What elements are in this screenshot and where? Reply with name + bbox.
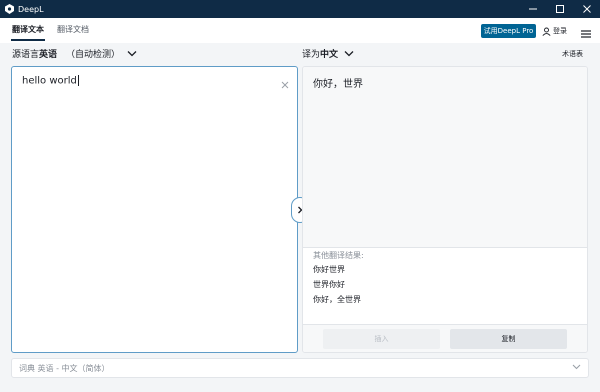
active-tab-indicator xyxy=(11,39,45,41)
action-bar: 插入 复制 xyxy=(303,324,587,352)
title-bar: DeepL xyxy=(0,0,600,18)
translation-text: 你好，世界 xyxy=(313,79,363,90)
tab-translate-documents[interactable]: 翻译文档 xyxy=(57,24,89,35)
alternative-item[interactable]: 你好世界 xyxy=(313,264,345,275)
dictionary-label: 词典 英语 - 中文（简体） xyxy=(19,364,110,373)
app-title: DeepL xyxy=(18,4,44,14)
alternative-item[interactable]: 你好，全世界 xyxy=(313,294,361,305)
source-language-selector[interactable]: 源语言 英语 （自动检测） xyxy=(12,47,137,60)
hamburger-menu-icon[interactable] xyxy=(580,25,592,38)
alternative-translations: 其他翻译结果: 你好世界 世界你好 你好，全世界 xyxy=(303,247,587,324)
try-pro-button[interactable]: 试用DeepL Pro xyxy=(481,24,536,38)
login-button[interactable]: 登录 xyxy=(542,24,567,38)
target-text-panel: 你好，世界 其他翻译结果: 你好世界 世界你好 你好，全世界 插入 复制 xyxy=(302,66,588,353)
alternatives-title: 其他翻译结果: xyxy=(313,251,364,260)
tabs-row: 翻译文本 翻译文档 试用DeepL Pro 登录 xyxy=(0,18,600,43)
chevron-down-icon xyxy=(127,51,137,57)
text-caret xyxy=(77,75,79,86)
target-language-label: 译为 xyxy=(302,50,321,60)
chevron-down-icon xyxy=(572,364,581,370)
deepl-logo-icon xyxy=(5,4,14,14)
minimize-icon[interactable] xyxy=(519,0,546,18)
clear-text-icon[interactable] xyxy=(280,75,290,89)
auto-detect-label: （自动检测） xyxy=(66,50,121,60)
source-text-value: hello world xyxy=(22,75,77,87)
source-language-label: 源语言 xyxy=(12,50,40,60)
target-language-name: 中文 xyxy=(320,50,339,60)
dictionary-bar[interactable]: 词典 英语 - 中文（简体） xyxy=(11,358,589,378)
login-label: 登录 xyxy=(553,27,567,35)
tab-translate-text[interactable]: 翻译文本 xyxy=(12,24,44,35)
glossary-button[interactable]: 术语表 xyxy=(562,49,583,59)
copy-button[interactable]: 复制 xyxy=(450,329,567,349)
source-text-input[interactable]: hello world xyxy=(22,75,79,87)
language-bar: 源语言 英语 （自动检测） 译为 中文 术语表 xyxy=(0,43,600,65)
maximize-icon[interactable] xyxy=(546,0,573,18)
close-icon[interactable] xyxy=(573,0,600,18)
target-language-selector[interactable]: 译为 中文 xyxy=(302,47,354,60)
source-text-panel[interactable]: hello world xyxy=(11,66,298,353)
alternative-item[interactable]: 世界你好 xyxy=(313,279,345,290)
user-icon xyxy=(542,27,551,36)
insert-button[interactable]: 插入 xyxy=(323,329,440,349)
source-language-name: 英语 xyxy=(39,50,58,60)
chevron-down-icon xyxy=(344,51,354,57)
translation-output[interactable]: 你好，世界 xyxy=(303,67,587,247)
